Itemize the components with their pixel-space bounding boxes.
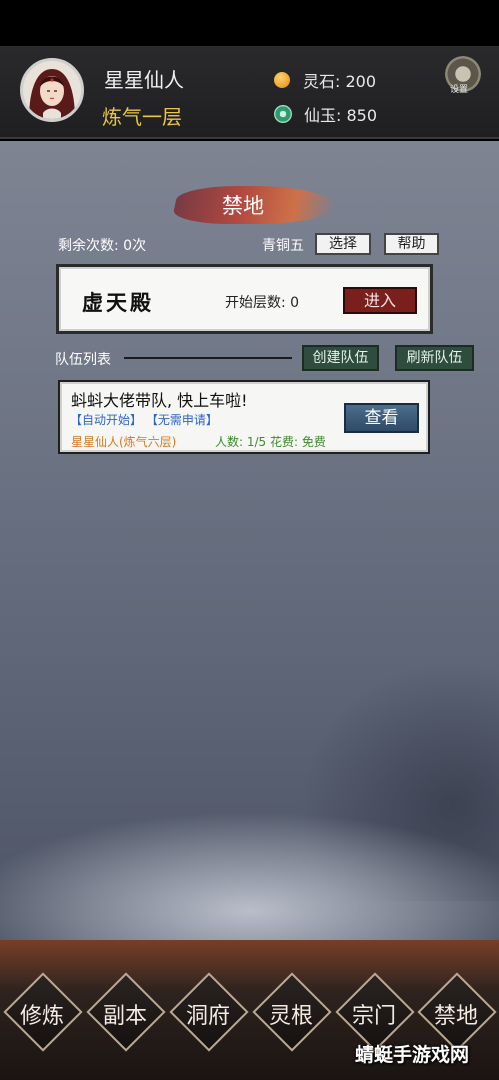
team-count-cost: 人数: 1/5 花费: 免费	[215, 435, 326, 449]
nav-sect[interactable]: 宗门	[332, 972, 416, 1052]
view-team-button[interactable]: 查看	[344, 403, 419, 433]
nav-dungeon[interactable]: 副本	[83, 972, 167, 1052]
nav-label: 修炼	[19, 1004, 64, 1029]
nav-spirit-root[interactable]: 灵根	[249, 972, 333, 1052]
divider	[124, 357, 292, 359]
watermark: 蜻蜓手游戏网	[355, 1044, 470, 1066]
team-title: 蚪蚪大佬带队, 快上车啦!	[71, 391, 248, 410]
dungeon-card: 虚天殿 开始层数: 0 进入	[56, 264, 433, 334]
nav-label: 洞府	[185, 1004, 230, 1029]
jade-value: 仙玉: 850	[304, 106, 378, 125]
refresh-team-button[interactable]: 刷新队伍	[395, 345, 474, 371]
team-tags: 【自动开始】 【无需申请】	[70, 413, 218, 427]
jade-counter: 仙玉: 850	[274, 102, 377, 126]
select-button[interactable]: 选择	[315, 233, 371, 255]
nav-forbidden-land[interactable]: 禁地	[414, 972, 498, 1052]
team-leader: 星星仙人(炼气六层)	[71, 435, 177, 449]
page-title: 禁地	[222, 194, 264, 218]
nav-label: 宗门	[351, 1004, 396, 1029]
nav-cave[interactable]: 洞府	[166, 972, 250, 1052]
team-list-item: 蚪蚪大佬带队, 快上车啦! 【自动开始】 【无需申请】 星星仙人(炼气六层) 人…	[58, 380, 430, 454]
enter-button[interactable]: 进入	[343, 287, 417, 314]
jade-icon	[274, 105, 292, 123]
spirit-stone-value: 灵石: 200	[303, 72, 377, 91]
status-bar	[0, 0, 499, 46]
ember-decoration	[0, 940, 499, 990]
nav-cultivate[interactable]: 修炼	[0, 972, 84, 1052]
help-button[interactable]: 帮助	[384, 233, 439, 255]
cultivation-realm: 炼气一层	[102, 105, 182, 129]
nav-label: 禁地	[433, 1004, 478, 1029]
avatar[interactable]	[20, 58, 84, 122]
dungeon-name: 虚天殿	[82, 290, 154, 315]
player-header: 星星仙人 炼气一层 灵石: 200 仙玉: 850 设置	[0, 46, 499, 139]
spirit-stone-icon	[274, 72, 290, 88]
start-floor: 开始层数: 0	[225, 295, 300, 311]
nav-label: 灵根	[268, 1004, 313, 1029]
spirit-stone-counter: 灵石: 200	[274, 68, 376, 92]
create-team-button[interactable]: 创建队伍	[302, 345, 379, 371]
team-list-label: 队伍列表	[55, 352, 111, 368]
forbidden-land-panel: 禁地 剩余次数: 0次 青铜五 选择 帮助 虚天殿 开始层数: 0 进入 队伍列…	[0, 141, 499, 980]
nav-label: 副本	[102, 1004, 147, 1029]
remaining-attempts: 剩余次数: 0次	[58, 238, 147, 254]
tier-label: 青铜五	[262, 238, 304, 254]
settings-label[interactable]: 设置	[450, 82, 468, 95]
player-name: 星星仙人	[104, 68, 184, 92]
